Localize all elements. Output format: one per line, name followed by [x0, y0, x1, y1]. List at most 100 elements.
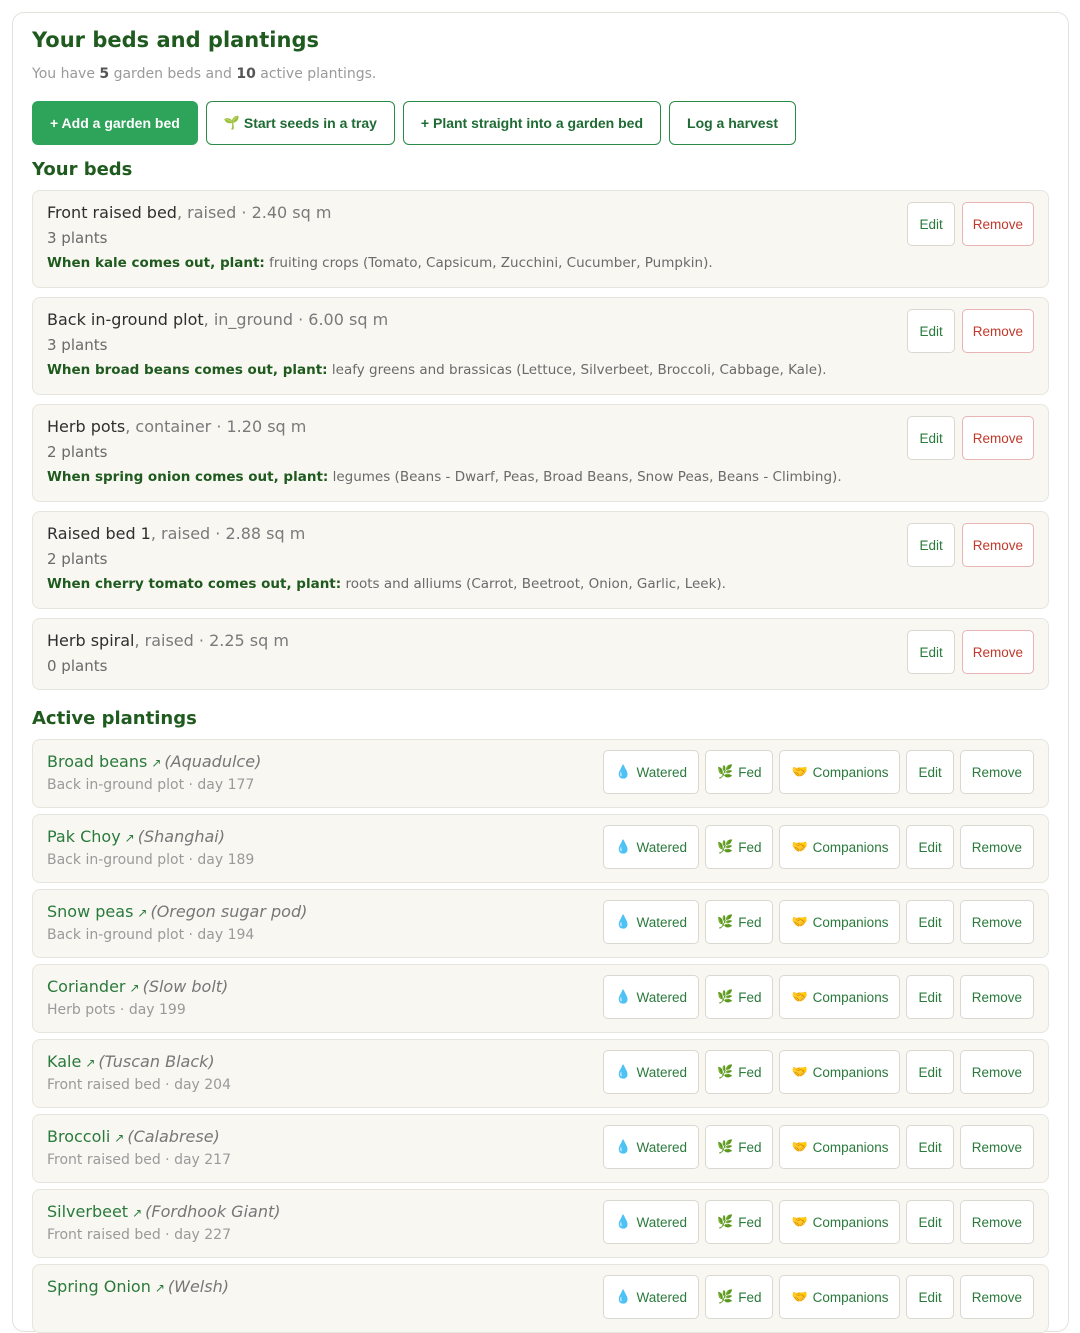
watered-button[interactable]: 💧 Watered — [603, 900, 700, 944]
planting-actions: 💧 Watered 🌿 Fed 🤝 Companions Edit Remove — [603, 1200, 1034, 1244]
seedling-icon: 🌱 — [223, 115, 240, 130]
bed-card: Back in-ground plot, in_ground · 6.00 sq… — [32, 297, 1049, 395]
planting-variety: (Calabrese) — [127, 1127, 220, 1146]
remove-bed-button[interactable]: Remove — [961, 202, 1034, 246]
planting-card: Snow peas ↗ (Oregon sugar pod) Back in-grou… — [32, 889, 1049, 958]
edit-planting-button[interactable]: Edit — [906, 1050, 954, 1094]
bed-name: Herb spiral — [47, 631, 135, 650]
leaf-icon: 🌿 — [717, 989, 734, 1004]
bed-header: Herb pots, container · 1.20 sq m — [47, 417, 1034, 439]
bed-plant-count: 2 plants — [47, 550, 108, 568]
edit-bed-button[interactable]: Edit — [907, 202, 955, 246]
fed-button[interactable]: 🌿 Fed — [705, 1050, 774, 1094]
bed-header: Herb spiral, raised · 2.25 sq m — [47, 631, 1034, 653]
edit-planting-button[interactable]: Edit — [906, 1200, 954, 1244]
rotation-label: When broad beans comes out, plant: — [47, 362, 328, 378]
add-garden-bed-button[interactable]: + Add a garden bed — [32, 101, 198, 145]
edit-bed-button[interactable]: Edit — [907, 309, 955, 353]
bed-actions: Edit Remove — [907, 202, 1034, 246]
watered-button[interactable]: 💧 Watered — [603, 975, 700, 1019]
remove-planting-button[interactable]: Remove — [959, 1275, 1034, 1319]
log-harvest-button[interactable]: Log a harvest — [669, 101, 797, 145]
remove-bed-button[interactable]: Remove — [961, 630, 1034, 674]
edit-bed-button[interactable]: Edit — [907, 523, 955, 567]
watered-button[interactable]: 💧 Watered — [603, 825, 700, 869]
beds-list: Front raised bed, raised · 2.40 sq m 3 pl… — [32, 190, 1049, 690]
planting-name-link[interactable]: Snow peas — [47, 902, 133, 921]
companions-button[interactable]: 🤝 Companions — [779, 900, 901, 944]
remove-planting-button[interactable]: Remove — [959, 750, 1034, 794]
external-link-icon[interactable]: ↗ — [151, 756, 161, 770]
planting-card: Pak Choy ↗ (Shanghai) Back in-ground plot ·… — [32, 814, 1049, 883]
bed-actions: Edit Remove — [907, 523, 1034, 567]
companions-button[interactable]: 🤝 Companions — [779, 1050, 901, 1094]
bed-name: Back in-ground plot — [47, 310, 204, 329]
water-drop-icon: 💧 — [615, 1064, 632, 1079]
watered-button[interactable]: 💧 Watered — [603, 1200, 700, 1244]
fed-button[interactable]: 🌿 Fed — [705, 750, 774, 794]
planting-variety: (Slow bolt) — [142, 977, 229, 996]
bed-meta: , raised · 2.40 sq m — [176, 203, 332, 222]
remove-planting-button[interactable]: Remove — [959, 900, 1034, 944]
remove-planting-button[interactable]: Remove — [959, 1200, 1034, 1244]
remove-bed-button[interactable]: Remove — [961, 309, 1034, 353]
external-link-icon[interactable]: ↗ — [137, 906, 147, 920]
companions-button[interactable]: 🤝 Companions — [779, 1125, 901, 1169]
bed-plant-count: 3 plants — [47, 229, 108, 247]
edit-planting-button[interactable]: Edit — [906, 1275, 954, 1319]
watered-button[interactable]: 💧 Watered — [603, 1125, 700, 1169]
edit-bed-button[interactable]: Edit — [907, 630, 955, 674]
companions-button[interactable]: 🤝 Companions — [779, 1275, 901, 1319]
remove-planting-button[interactable]: Remove — [959, 825, 1034, 869]
edit-planting-button[interactable]: Edit — [906, 1125, 954, 1169]
water-drop-icon: 💧 — [615, 1214, 632, 1229]
remove-planting-button[interactable]: Remove — [959, 975, 1034, 1019]
bed-header: Front raised bed, raised · 2.40 sq m — [47, 203, 1034, 225]
fed-button[interactable]: 🌿 Fed — [705, 825, 774, 869]
external-link-icon[interactable]: ↗ — [114, 1131, 124, 1145]
remove-bed-button[interactable]: Remove — [961, 416, 1034, 460]
watered-button[interactable]: 💧 Watered — [603, 1275, 700, 1319]
external-link-icon[interactable]: ↗ — [130, 981, 140, 995]
remove-bed-button[interactable]: Remove — [961, 523, 1034, 567]
leaf-icon: 🌿 — [717, 1214, 734, 1229]
companions-button[interactable]: 🤝 Companions — [779, 750, 901, 794]
beds-plantings-card: Your beds and plantings You have 5 garde… — [12, 12, 1069, 1333]
planting-name-link[interactable]: Broad beans — [47, 752, 147, 771]
external-link-icon[interactable]: ↗ — [132, 1206, 142, 1220]
planting-name-link[interactable]: Pak Choy — [47, 827, 121, 846]
fed-button[interactable]: 🌿 Fed — [705, 1275, 774, 1319]
planting-card: Coriander ↗ (Slow bolt) Herb pots · day 199… — [32, 964, 1049, 1033]
bed-meta: , container · 1.20 sq m — [125, 417, 307, 436]
rotation-text: roots and alliums (Carrot, Beetroot, Oni… — [345, 576, 726, 592]
start-seeds-button[interactable]: 🌱 Start seeds in a tray — [205, 101, 395, 145]
bed-name: Raised bed 1 — [47, 524, 151, 543]
edit-bed-button[interactable]: Edit — [907, 416, 955, 460]
external-link-icon[interactable]: ↗ — [155, 1281, 165, 1295]
external-link-icon[interactable]: ↗ — [125, 831, 135, 845]
planting-name-link[interactable]: Silverbeet — [47, 1202, 128, 1221]
remove-planting-button[interactable]: Remove — [959, 1125, 1034, 1169]
fed-button[interactable]: 🌿 Fed — [705, 1200, 774, 1244]
edit-planting-button[interactable]: Edit — [906, 900, 954, 944]
handshake-icon: 🤝 — [791, 1139, 808, 1154]
edit-planting-button[interactable]: Edit — [906, 975, 954, 1019]
companions-button[interactable]: 🤝 Companions — [779, 975, 901, 1019]
remove-planting-button[interactable]: Remove — [959, 1050, 1034, 1094]
bed-actions: Edit Remove — [907, 416, 1034, 460]
companions-button[interactable]: 🤝 Companions — [779, 825, 901, 869]
fed-button[interactable]: 🌿 Fed — [705, 975, 774, 1019]
fed-button[interactable]: 🌿 Fed — [705, 900, 774, 944]
planting-name-link[interactable]: Kale — [47, 1052, 81, 1071]
planting-name-link[interactable]: Broccoli — [47, 1127, 110, 1146]
watered-button[interactable]: 💧 Watered — [603, 750, 700, 794]
fed-button[interactable]: 🌿 Fed — [705, 1125, 774, 1169]
companions-button[interactable]: 🤝 Companions — [779, 1200, 901, 1244]
planting-name-link[interactable]: Spring Onion — [47, 1277, 151, 1296]
edit-planting-button[interactable]: Edit — [906, 750, 954, 794]
watered-button[interactable]: 💧 Watered — [603, 1050, 700, 1094]
edit-planting-button[interactable]: Edit — [906, 825, 954, 869]
plant-direct-button[interactable]: + Plant straight into a garden bed — [402, 101, 662, 145]
planting-name-link[interactable]: Coriander — [47, 977, 126, 996]
external-link-icon[interactable]: ↗ — [85, 1056, 95, 1070]
